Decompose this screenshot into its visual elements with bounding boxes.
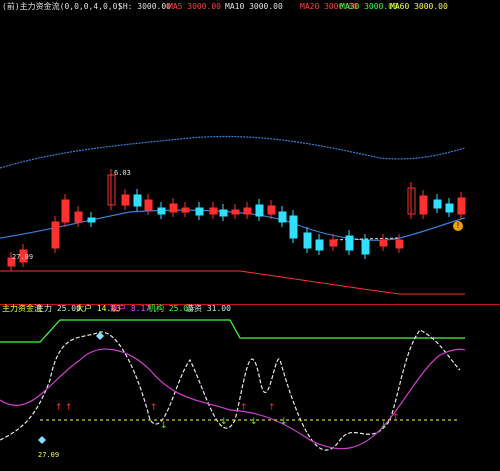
candle-body-19 <box>267 205 276 215</box>
candle-body-16 <box>231 209 240 215</box>
candle-body-17 <box>243 207 252 215</box>
candle-body-9 <box>144 199 153 211</box>
candle-body-30 <box>419 195 428 215</box>
candle-body-23 <box>315 239 324 251</box>
diamond-icon-1 <box>38 436 46 444</box>
down-arrow-icon-2: ↓ <box>250 417 258 427</box>
candle-body-11 <box>169 203 178 213</box>
candle-body-20 <box>278 211 287 223</box>
down-arrow-icon-0: ↓ <box>160 421 168 431</box>
warning-icon[interactable]: ! <box>453 221 463 231</box>
candle-body-3 <box>61 199 70 223</box>
candle-body-28 <box>395 239 404 249</box>
up-arrow-icon-5: ↑ <box>392 413 400 423</box>
candle-body-18 <box>255 204 264 217</box>
candle-body-5 <box>87 217 96 223</box>
up-arrow-icon-4: ↑ <box>268 403 276 413</box>
candle-body-2 <box>51 221 60 249</box>
indicator-white-line <box>0 329 461 451</box>
candle-body-22 <box>303 232 312 249</box>
candle-body-13 <box>195 207 204 216</box>
candle-body-27 <box>379 239 388 247</box>
indicator-item-2: 散户 8.17 <box>110 304 151 313</box>
indicator-header: 主力资金流 主力 25.00 大户 14.03 散户 8.17 机构 25.00… <box>0 303 500 315</box>
down-arrow-icon-1: ↓ <box>220 417 228 427</box>
candle-body-26 <box>361 239 370 255</box>
candle-body-25 <box>345 235 354 251</box>
candle-body-31 <box>433 199 442 209</box>
indicator-item-4: 游资 31.00 <box>186 304 231 313</box>
candle-body-14 <box>209 207 218 215</box>
indicator-item-0: 主力 25.00 <box>36 304 81 313</box>
candle-body-21 <box>289 215 298 239</box>
candle-body-7 <box>121 194 130 206</box>
up-arrow-icon-0: ↑ <box>55 403 63 413</box>
candle-body-10 <box>157 207 166 215</box>
up-arrow-icon-3: ↑ <box>240 403 248 413</box>
candle-body-24 <box>329 239 338 247</box>
price-high-label: 6.03 <box>114 169 131 177</box>
upper-band-line <box>0 135 466 169</box>
up-arrow-icon-1: ↑ <box>65 403 73 413</box>
candle-body-4 <box>74 211 83 223</box>
candle-body-33 <box>457 197 466 215</box>
indicator-magenta-line <box>0 348 466 450</box>
candle-body-8 <box>133 194 142 207</box>
down-arrow-icon-3: ↓ <box>280 417 288 427</box>
candle-body-12 <box>181 207 190 213</box>
price-low-label: 27.09 <box>12 253 34 261</box>
candle-body-15 <box>219 209 228 217</box>
candle-body-32 <box>445 203 454 213</box>
indicator-green-line <box>0 319 465 343</box>
lower-band-line <box>0 270 465 295</box>
kline-canvas[interactable]: ↑ ↑ ↑ ↑ ↑↑↓ ↓ ↓ ↓ ↓ <box>0 0 500 471</box>
indicator-left-label: 27.09 <box>38 451 60 459</box>
ma-line <box>0 209 466 241</box>
up-arrow-icon-2: ↑ <box>150 403 158 413</box>
down-arrow-icon-4: ↓ <box>380 421 388 431</box>
